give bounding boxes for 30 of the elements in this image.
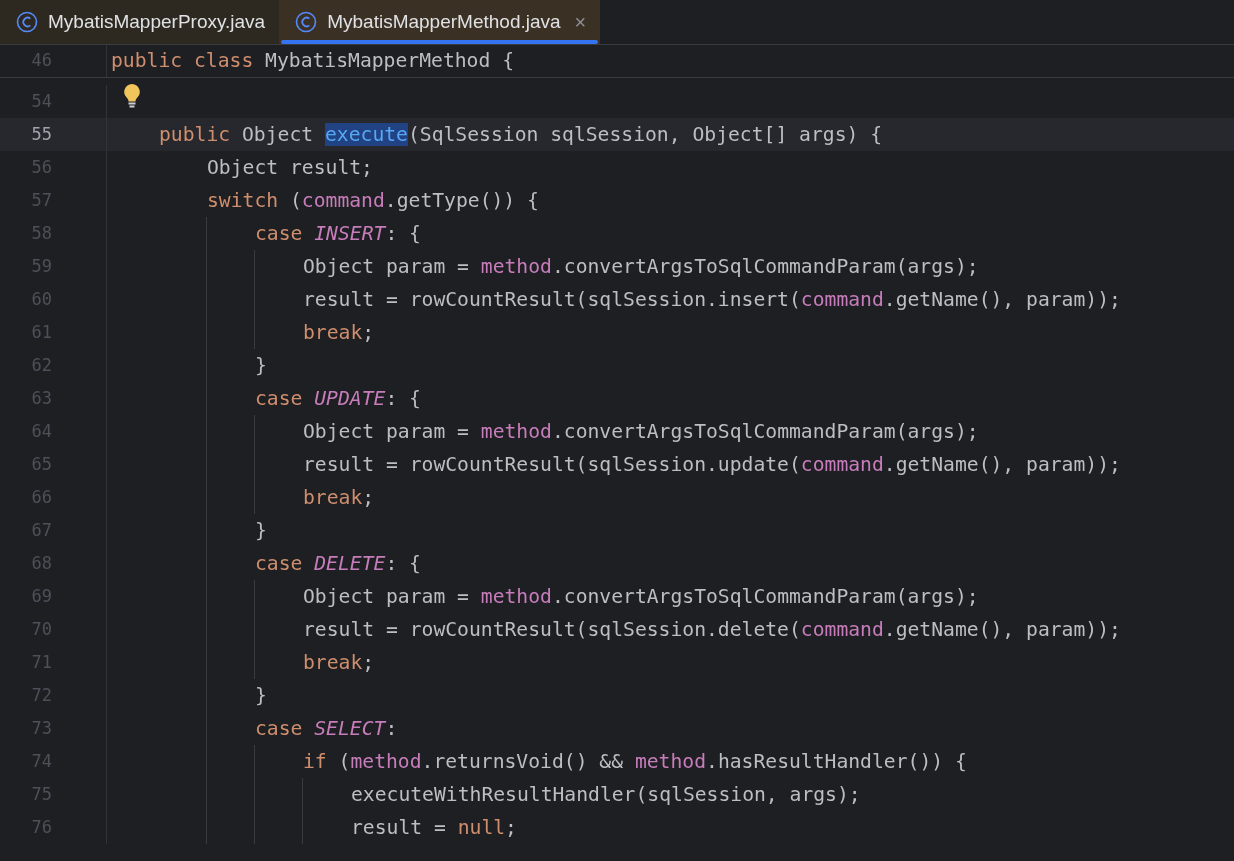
lightbulb-icon[interactable] (123, 83, 141, 109)
class-icon (295, 11, 318, 33)
code-line: } (254, 682, 267, 709)
line-number: 55 (0, 118, 107, 151)
code-line: case DELETE: { (254, 550, 421, 577)
code-line: result = rowCountResult(sqlSession.delete(command.getName(), param)); (302, 616, 1121, 643)
code-line: } (254, 352, 267, 379)
code-line: case INSERT: { (254, 220, 421, 247)
code-line: executeWithResultHandler(sqlSession, args); (350, 781, 861, 808)
code-line: case UPDATE: { (254, 385, 421, 412)
close-icon[interactable]: × (574, 7, 587, 37)
code-line: } (254, 517, 267, 544)
code-line: result = rowCountResult(sqlSession.update(command.getName(), param)); (302, 451, 1121, 478)
editor-tab[interactable]: MybatisMapperProxy.java (0, 0, 280, 44)
class-icon (16, 11, 38, 33)
code-line: Object param = method.convertArgsToSqlCommandParam(args); (302, 583, 979, 610)
code-line: switch (command.getType()) { (206, 187, 539, 214)
code-line: break; (302, 649, 375, 676)
code-line: result = null; (350, 814, 517, 841)
code-line: Object param = method.convertArgsToSqlCommandParam(args); (302, 253, 979, 280)
code-line: Object param = method.convertArgsToSqlCommandParam(args); (302, 418, 979, 445)
code-line: if (method.returnsVoid() && method.hasResultHandler()) { (302, 748, 967, 775)
code-line: public class MybatisMapperMethod { (110, 48, 514, 75)
code-line: break; (302, 319, 375, 346)
code-line: break; (302, 484, 375, 511)
editor-tab[interactable]: MybatisMapperMethod.java × (279, 0, 601, 44)
code-line: case SELECT: (254, 715, 398, 742)
code-line: result = rowCountResult(sqlSession.insert(command.getName(), param)); (302, 286, 1121, 313)
code-line: Object result; (206, 154, 373, 181)
code-line: public Object execute(SqlSession sqlSession, Object[] args) { (158, 121, 883, 148)
